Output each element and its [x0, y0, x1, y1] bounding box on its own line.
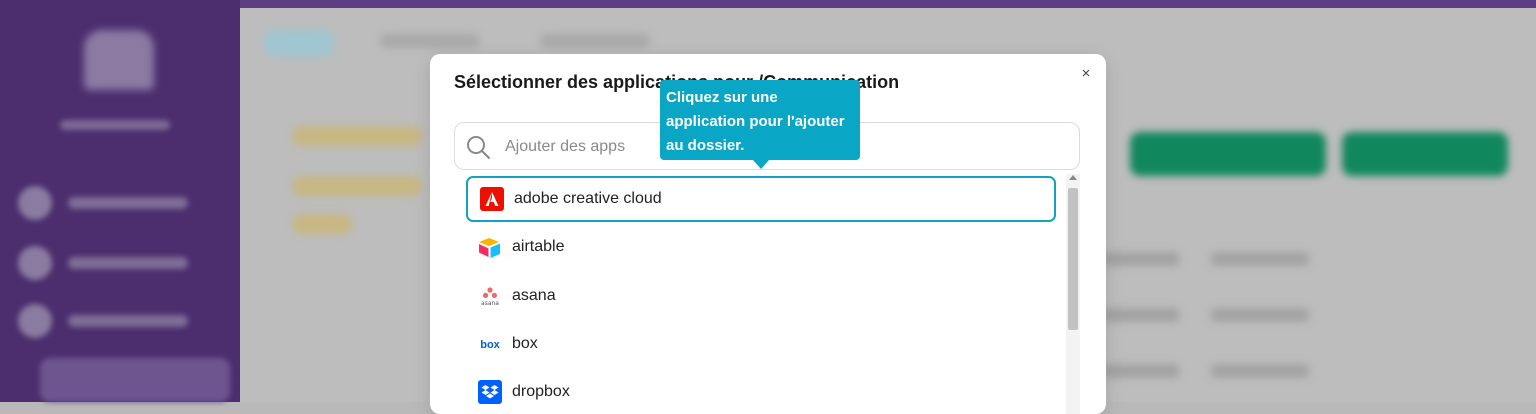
- list-item-dropbox[interactable]: dropbox: [466, 369, 1056, 414]
- scroll-up-arrow-icon[interactable]: [1069, 175, 1077, 180]
- list-item-box[interactable]: box box: [466, 321, 1056, 367]
- tooltip-arrow: [753, 160, 769, 169]
- background-nav-item: [18, 186, 218, 220]
- background-folder: [292, 214, 352, 234]
- background-nav-item: [18, 246, 218, 280]
- list-item-adobe[interactable]: adobe creative cloud: [466, 176, 1056, 222]
- background-nav-item: [18, 304, 218, 338]
- background-cell: [1210, 252, 1310, 266]
- background-sidebar: [0, 0, 240, 402]
- background-cell: [1210, 308, 1310, 322]
- box-icon: box: [478, 332, 502, 356]
- list-item-airtable[interactable]: airtable: [466, 224, 1056, 270]
- svg-text:box: box: [480, 339, 500, 351]
- background-logo-text: [60, 120, 170, 130]
- background-cell: [1100, 364, 1180, 378]
- background-tab: [540, 34, 650, 48]
- help-tooltip: Cliquez sur une application pour l'ajout…: [660, 80, 860, 160]
- close-button[interactable]: ×: [1076, 64, 1096, 84]
- background-logo: [84, 30, 154, 90]
- background-button: [1130, 132, 1326, 176]
- background-button: [1342, 132, 1508, 176]
- app-label: adobe creative cloud: [514, 190, 662, 207]
- app-label: dropbox: [512, 383, 570, 400]
- background-topbar: [240, 0, 1536, 8]
- asana-icon: asana: [478, 284, 502, 308]
- adobe-icon: [480, 187, 504, 211]
- dropbox-icon: [478, 380, 502, 404]
- list-item-asana[interactable]: asana asana: [466, 273, 1056, 319]
- background-folder: [292, 176, 422, 196]
- scrollbar-thumb[interactable]: [1068, 188, 1078, 330]
- background-cell: [1210, 364, 1310, 378]
- search-icon: [467, 136, 490, 159]
- svg-text:asana: asana: [481, 300, 499, 307]
- background-cell: [1100, 252, 1180, 266]
- background-tab: [264, 30, 334, 56]
- app-list: adobe creative cloud airtable asana asan…: [454, 172, 1082, 414]
- background-tab: [380, 34, 480, 48]
- airtable-icon: [478, 235, 502, 259]
- app-label: box: [512, 335, 538, 352]
- background-cell: [1100, 308, 1180, 322]
- app-label: airtable: [512, 238, 565, 255]
- background-folder: [292, 126, 422, 146]
- background-nav-item-active: [40, 358, 230, 402]
- app-label: asana: [512, 287, 556, 304]
